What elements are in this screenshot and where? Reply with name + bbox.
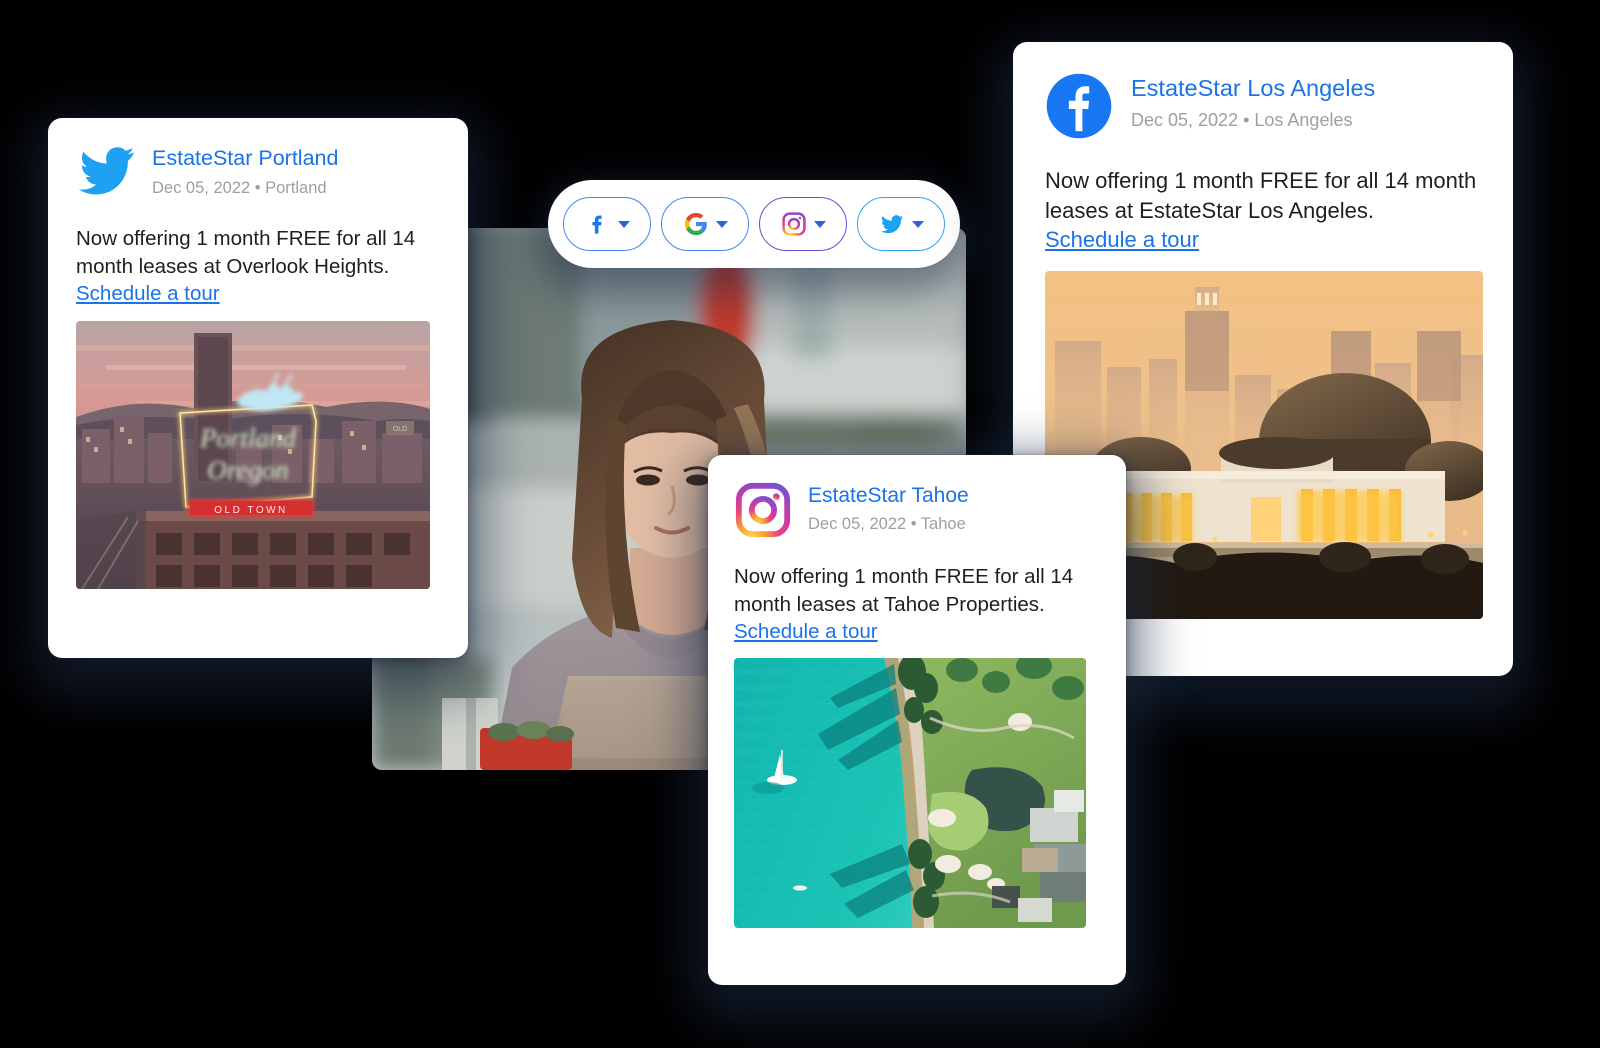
post-body: Now offering 1 month FREE for all 14 mon… xyxy=(76,227,416,278)
chevron-down-icon xyxy=(911,220,924,228)
facebook-icon xyxy=(591,215,602,234)
composite-canvas: EstateStar Portland Dec 05, 2022 • Portl… xyxy=(0,0,1600,1048)
google-icon xyxy=(684,212,707,236)
post-header: EstateStar Los Angeles Dec 05, 2022 • Lo… xyxy=(1045,72,1481,140)
schedule-a-tour-link[interactable]: Schedule a tour xyxy=(1045,225,1199,255)
schedule-a-tour-link[interactable]: Schedule a tour xyxy=(734,618,878,646)
chevron-down-icon xyxy=(813,220,826,228)
twitter-icon xyxy=(78,147,135,195)
network-pill-instagram[interactable] xyxy=(759,197,847,251)
svg-text:Oregon: Oregon xyxy=(207,455,289,485)
post-image-portland: OLD Portland Oregon OLD TOWN xyxy=(76,321,430,590)
chevron-down-icon xyxy=(715,220,728,228)
chevron-down-icon xyxy=(617,220,630,228)
account-name: EstateStar Tahoe xyxy=(808,484,969,507)
post-meta: Dec 05, 2022 • Portland xyxy=(152,178,327,197)
account-name: EstateStar Portland xyxy=(152,146,339,170)
post-header-text: EstateStar Portland Dec 05, 2022 • Portl… xyxy=(152,144,338,198)
post-header: EstateStar Tahoe Dec 05, 2022 • Tahoe xyxy=(734,481,1100,539)
instagram-icon xyxy=(781,212,806,236)
post-body-line-2: month leases at Tahoe Properties. xyxy=(734,592,1045,616)
post-meta: Dec 05, 2022 • Tahoe xyxy=(808,515,966,534)
svg-text:Portland: Portland xyxy=(199,423,297,453)
network-pill-google[interactable] xyxy=(661,197,749,251)
post-body-line-1: Now offering 1 month FREE for all 14 xyxy=(734,565,1074,588)
account-name: EstateStar Los Angeles xyxy=(1131,75,1376,101)
network-pill-facebook[interactable] xyxy=(563,197,651,251)
post-body: Now offering 1 month FREE for all 14 mon… xyxy=(1045,168,1477,223)
network-pill-twitter[interactable] xyxy=(857,197,945,251)
svg-text:OLD TOWN: OLD TOWN xyxy=(214,505,288,516)
social-network-selector xyxy=(548,180,960,268)
post-header-text: EstateStar Los Angeles Dec 05, 2022 • Lo… xyxy=(1131,72,1375,132)
facebook-icon xyxy=(1046,73,1112,139)
post-meta: Dec 05, 2022 • Los Angeles xyxy=(1131,110,1353,131)
twitter-icon xyxy=(880,215,903,234)
post-header-text: EstateStar Tahoe Dec 05, 2022 • Tahoe xyxy=(808,481,969,535)
post-header: EstateStar Portland Dec 05, 2022 • Portl… xyxy=(76,144,440,198)
instagram-icon xyxy=(735,482,791,538)
svg-text:OLD: OLD xyxy=(393,426,407,433)
post-card-tahoe[interactable]: EstateStar Tahoe Dec 05, 2022 • Tahoe No… xyxy=(708,455,1126,985)
post-image-tahoe xyxy=(734,658,1086,929)
post-card-portland[interactable]: EstateStar Portland Dec 05, 2022 • Portl… xyxy=(48,118,468,658)
schedule-a-tour-link[interactable]: Schedule a tour xyxy=(76,280,220,307)
